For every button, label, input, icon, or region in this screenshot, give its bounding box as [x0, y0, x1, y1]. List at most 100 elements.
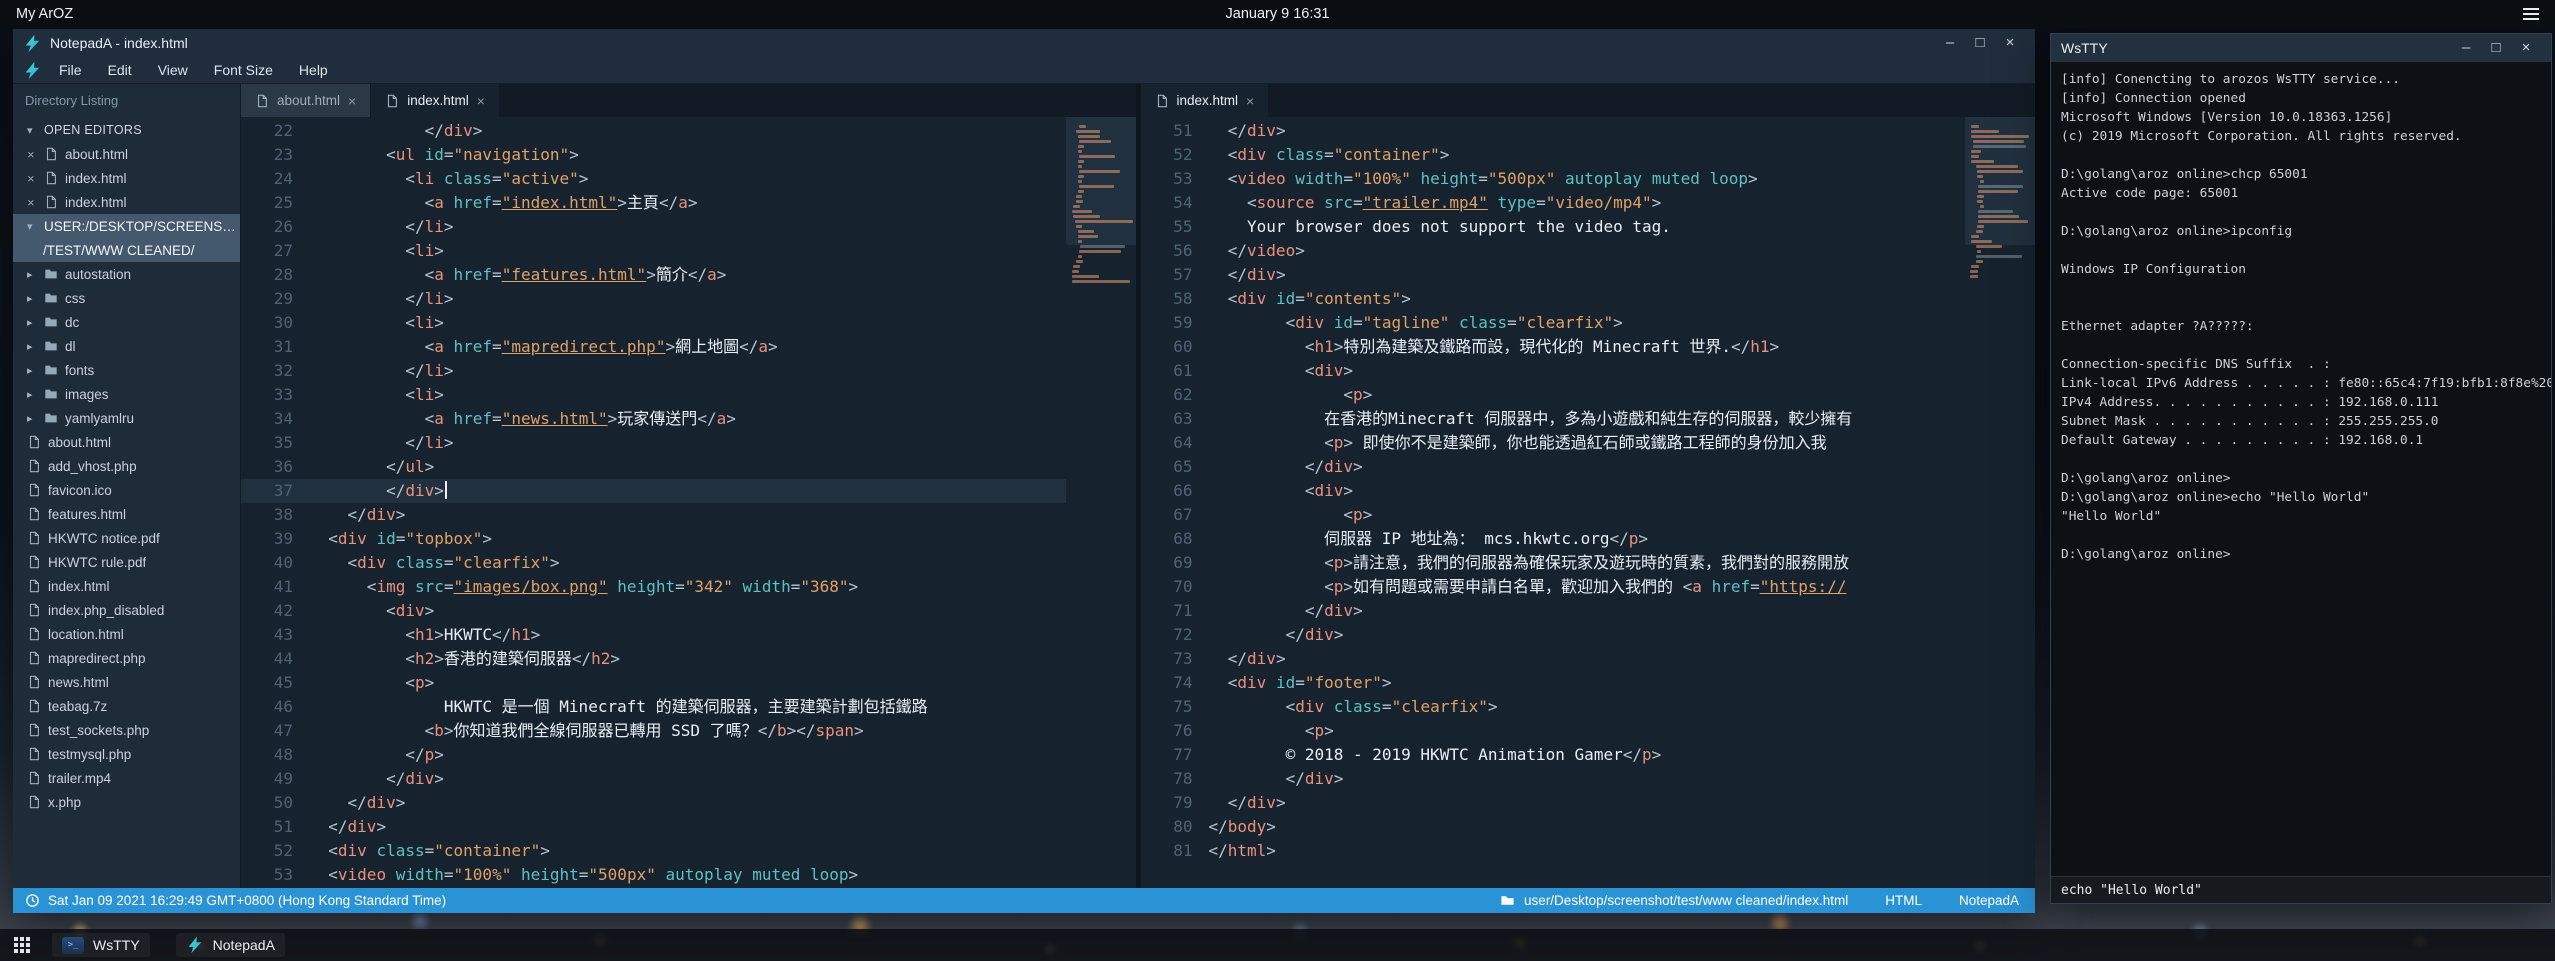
status-language: HTML	[1885, 893, 1922, 908]
file-item[interactable]: features.html	[13, 502, 240, 526]
file-item[interactable]: HKWTC notice.pdf	[13, 526, 240, 550]
wstty-titlebar[interactable]: WsTTY – □ ×	[2051, 34, 2551, 62]
sidebar-root-folder[interactable]: ▾USER:/DESKTOP/SCREENSHOT/TEST/WWW CLEAN…	[13, 214, 240, 262]
chevron-right-icon: ▸	[27, 412, 37, 425]
code-line-80: 80</body>	[1141, 815, 1966, 839]
notepada-logo-icon	[23, 61, 42, 80]
code-line-44: 44 <h2>香港的建築伺服器</h2>	[241, 647, 1066, 671]
notepad-window: NotepadA - index.html – □ × FileEditView…	[13, 29, 2035, 913]
line-number: 46	[241, 695, 309, 719]
file-item[interactable]: news.html	[13, 670, 240, 694]
app-launcher-icon[interactable]	[14, 937, 30, 953]
close-editor-icon[interactable]: ×	[27, 171, 37, 186]
tab-bar-left: about.html×index.html×	[241, 84, 1136, 117]
folder-item[interactable]: ▸yamlyamlru	[13, 406, 240, 430]
code-line-42: 42 <div>	[241, 599, 1066, 623]
close-button[interactable]: ×	[2511, 34, 2541, 62]
file-item[interactable]: HKWTC rule.pdf	[13, 550, 240, 574]
file-icon	[44, 195, 58, 209]
terminal-output[interactable]: [info] Conencting to arozos WsTTY servic…	[2051, 62, 2551, 876]
line-number: 56	[1141, 239, 1209, 263]
tab-label: index.html	[1177, 93, 1239, 108]
line-number: 42	[241, 599, 309, 623]
taskbar-item-notepada[interactable]: NotepadA	[176, 933, 285, 957]
tab-close-icon[interactable]: ×	[1246, 93, 1254, 109]
line-number: 37	[241, 479, 309, 503]
code-editor-left[interactable]: 22 </div>23 <ul id="navigation">24 <li c…	[241, 117, 1136, 888]
minimize-button[interactable]: –	[2451, 34, 2481, 62]
tab-index.html[interactable]: index.html ×	[1141, 84, 1270, 117]
menu-font-size[interactable]: Font Size	[201, 57, 286, 83]
menu-view[interactable]: View	[145, 57, 201, 83]
close-editor-icon[interactable]: ×	[27, 147, 37, 162]
folder-item[interactable]: ▸css	[13, 286, 240, 310]
open-editor-item[interactable]: ×index.html	[13, 190, 240, 214]
tab-index.html[interactable]: index.html×	[371, 84, 500, 117]
code-line-81: 81</html>	[1141, 839, 1966, 863]
close-editor-icon[interactable]: ×	[27, 195, 37, 210]
file-item[interactable]: teabag.7z	[13, 694, 240, 718]
terminal-input[interactable]: echo "Hello World"	[2051, 876, 2551, 903]
code-line-27: 27 <li>	[241, 239, 1066, 263]
menu-file[interactable]: File	[46, 57, 95, 83]
code-line-68: 68 伺服器 IP 地址為： mcs.hkwtc.org</p>	[1141, 527, 1966, 551]
line-number: 41	[241, 575, 309, 599]
line-number: 58	[1141, 287, 1209, 311]
file-item[interactable]: add_vhost.php	[13, 454, 240, 478]
line-number: 71	[1141, 599, 1209, 623]
tab-close-icon[interactable]: ×	[348, 93, 356, 109]
tab-close-icon[interactable]: ×	[477, 93, 485, 109]
system-brand[interactable]: My ArOZ	[16, 6, 73, 22]
line-number: 44	[241, 647, 309, 671]
tab-about.html[interactable]: about.html×	[241, 84, 371, 117]
folder-item[interactable]: ▸images	[13, 382, 240, 406]
line-number: 45	[241, 671, 309, 695]
code-line-53: 53 <video width="100%" height="500px" au…	[1141, 167, 1966, 191]
minimap-left[interactable]	[1066, 117, 1136, 888]
file-item[interactable]: about.html	[13, 430, 240, 454]
close-button[interactable]: ×	[1995, 29, 2025, 57]
line-number: 29	[241, 287, 309, 311]
file-item[interactable]: trailer.mp4	[13, 766, 240, 790]
folder-item[interactable]: ▸dc	[13, 310, 240, 334]
file-item[interactable]: location.html	[13, 622, 240, 646]
code-line-55: 55 Your browser does not support the vid…	[1141, 215, 1966, 239]
file-item[interactable]: test_sockets.php	[13, 718, 240, 742]
folder-icon	[44, 363, 58, 377]
code-editor-right[interactable]: 51 </div>52 <div class="container">53 <v…	[1141, 117, 2036, 888]
minimap-right[interactable]	[1965, 117, 2035, 888]
code-line-71: 71 </div>	[1141, 599, 1966, 623]
line-number: 62	[1141, 383, 1209, 407]
minimize-button[interactable]: –	[1935, 29, 1965, 57]
notepad-titlebar[interactable]: NotepadA - index.html – □ ×	[13, 29, 2035, 57]
file-item[interactable]: testmysql.php	[13, 742, 240, 766]
code-line-79: 79 </div>	[1141, 791, 1966, 815]
code-line-41: 41 <img src="images/box.png" height="342…	[241, 575, 1066, 599]
taskbar-item-wstty[interactable]: >_WsTTY	[52, 933, 150, 957]
folder-item[interactable]: ▸autostation	[13, 262, 240, 286]
open-editors-section[interactable]: ▾OPEN EDITORS	[13, 118, 240, 142]
folder-item[interactable]: ▸fonts	[13, 358, 240, 382]
file-item[interactable]: index.html	[13, 574, 240, 598]
file-item[interactable]: favicon.ico	[13, 478, 240, 502]
open-editor-item[interactable]: ×index.html	[13, 166, 240, 190]
line-number: 80	[1141, 815, 1209, 839]
hamburger-menu-icon[interactable]	[2523, 8, 2539, 20]
folder-item[interactable]: ▸dl	[13, 334, 240, 358]
maximize-button[interactable]: □	[2481, 34, 2511, 62]
line-number: 72	[1141, 623, 1209, 647]
menu-help[interactable]: Help	[286, 57, 341, 83]
window-title: WsTTY	[2061, 40, 2108, 56]
file-icon	[44, 147, 58, 161]
chevron-right-icon: ▸	[27, 340, 37, 353]
maximize-button[interactable]: □	[1965, 29, 1995, 57]
code-line-61: 61 <div>	[1141, 359, 1966, 383]
file-item[interactable]: mapredirect.php	[13, 646, 240, 670]
menu-edit[interactable]: Edit	[95, 57, 145, 83]
code-line-40: 40 <div class="clearfix">	[241, 551, 1066, 575]
file-item[interactable]: index.php_disabled	[13, 598, 240, 622]
code-line-57: 57 </div>	[1141, 263, 1966, 287]
open-editor-item[interactable]: ×about.html	[13, 142, 240, 166]
file-item[interactable]: x.php	[13, 790, 240, 814]
line-number: 39	[241, 527, 309, 551]
